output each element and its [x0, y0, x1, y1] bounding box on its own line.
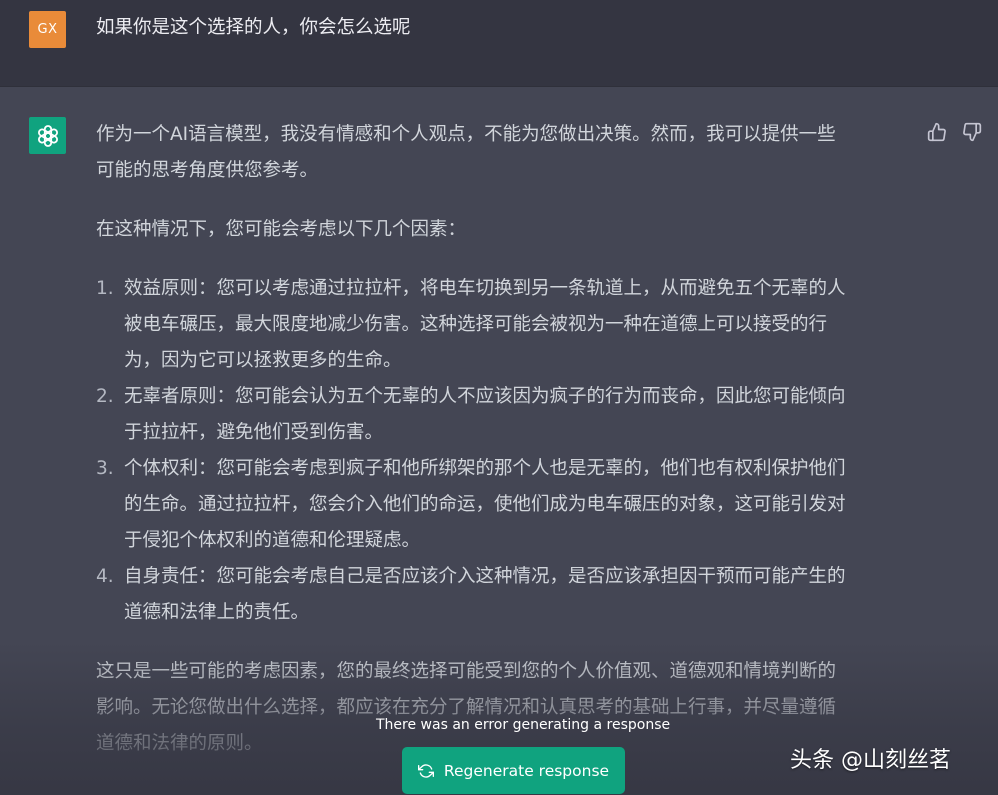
- text-line: 于拉拉杆，避免他们受到伤害。: [124, 422, 384, 443]
- assistant-message-row: 作为一个AI语言模型，我没有情感和个人观点，不能为您做出决策。然而，我可以提供一…: [0, 87, 998, 795]
- closing-paragraph: 这只是一些可能的考虑因素，您的最终选择可能受到您的个人价值观、道德观和情境判断的…: [96, 654, 911, 762]
- user-message-text: 如果你是这个选择的人，你会怎么选呢: [96, 17, 411, 38]
- regenerate-response-button[interactable]: Regenerate response: [402, 747, 625, 794]
- text-line: 个体权利：您可能会考虑到疯子和他所绑架的那个人也是无辜的，他们也有权利保护他们: [124, 458, 846, 479]
- text-line: 这只是一些可能的考虑因素，您的最终选择可能受到您的个人价值观、道德观和情境判断的: [96, 661, 837, 682]
- refresh-icon: [417, 763, 434, 778]
- regenerate-label: Regenerate response: [443, 761, 610, 780]
- thumbs-down-icon[interactable]: [961, 121, 983, 143]
- watermark-text: 头条 @山刻丝茗: [790, 748, 951, 773]
- text-line: 于侵犯个体权利的道德和伦理疑虑。: [124, 530, 421, 551]
- error-message: There was an error generating a response: [376, 717, 671, 733]
- list-number: 1.: [96, 278, 114, 299]
- list-item: 2. 无辜者原则：您可能会认为五个无辜的人不应该因为疯子的行为而丧命，因此您可能…: [96, 379, 911, 451]
- factor-list: 1. 效益原则：您可以考虑通过拉拉杆，将电车切换到另一条轨道上，从而避免五个无辜…: [96, 271, 911, 631]
- lead-in-paragraph: 在这种情况下，您可能会考虑以下几个因素：: [96, 219, 467, 240]
- text-line: 无辜者原则：您可能会认为五个无辜的人不应该因为疯子的行为而丧命，因此您可能倾向: [124, 386, 846, 407]
- user-avatar: GX: [29, 11, 66, 48]
- text-line: 作为一个AI语言模型，我没有情感和个人观点，不能为您做出决策。然而，我可以提供一…: [96, 124, 836, 145]
- list-item: 3. 个体权利：您可能会考虑到疯子和他所绑架的那个人也是无辜的，他们也有权利保护…: [96, 451, 911, 559]
- user-message-row: GX 如果你是这个选择的人，你会怎么选呢: [0, 0, 998, 87]
- chat-page: GX 如果你是这个选择的人，你会怎么选呢 作为一个AI语言模型，我没有情感和个人…: [0, 0, 998, 795]
- thumbs-up-icon[interactable]: [926, 121, 948, 143]
- text-line: 道德和法律上的责任。: [124, 602, 310, 623]
- list-item: 1. 效益原则：您可以考虑通过拉拉杆，将电车切换到另一条轨道上，从而避免五个无辜…: [96, 271, 911, 379]
- text-line: 效益原则：您可以考虑通过拉拉杆，将电车切换到另一条轨道上，从而避免五个无辜的人: [124, 278, 846, 299]
- intro-paragraph: 作为一个AI语言模型，我没有情感和个人观点，不能为您做出决策。然而，我可以提供一…: [96, 117, 911, 189]
- list-number: 2.: [96, 386, 114, 407]
- list-number: 4.: [96, 566, 114, 587]
- assistant-answer: 作为一个AI语言模型，我没有情感和个人观点，不能为您做出决策。然而，我可以提供一…: [96, 117, 911, 762]
- list-number: 3.: [96, 458, 114, 479]
- text-line: 为，因为它可以拯救更多的生命。: [124, 350, 402, 371]
- text-line: 被电车碾压，最大限度地减少伤害。这种选择可能会被视为一种在道德上可以接受的行: [124, 314, 828, 335]
- text-line: 自身责任：您可能会考虑自己是否应该介入这种情况，是否应该承担因干预而可能产生的: [124, 566, 846, 587]
- text-line: 的生命。通过拉拉杆，您会介入他们的命运，使他们成为电车碾压的对象，这可能引发对: [124, 494, 846, 515]
- openai-logo-icon: [29, 117, 66, 154]
- list-item: 4. 自身责任：您可能会考虑自己是否应该介入这种情况，是否应该承担因干预而可能产…: [96, 559, 911, 631]
- text-line: 可能的思考角度供您参考。: [96, 160, 319, 181]
